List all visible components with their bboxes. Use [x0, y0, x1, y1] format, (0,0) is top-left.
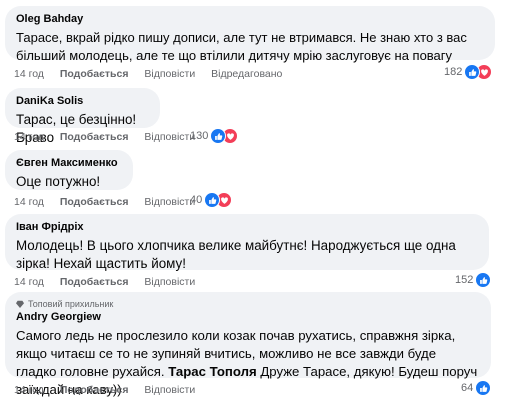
- comment-text: Оце потужно!: [16, 174, 101, 189]
- reaction-count: 182: [444, 66, 463, 78]
- comment-author[interactable]: Oleg Bahday: [16, 13, 484, 26]
- comment-bubble: Топовий прихильник Andry Georgiew Самого…: [5, 292, 491, 397]
- like-button[interactable]: Подобається: [60, 196, 129, 208]
- comment-bubble: Oleg Bahday Тарасе, вкрай рідко пишу доп…: [5, 6, 495, 63]
- reply-button[interactable]: Відповісти: [144, 384, 195, 396]
- diamond-icon: [16, 300, 24, 308]
- comment-author[interactable]: Іван Фрідріх: [16, 221, 478, 234]
- like-button[interactable]: Подобається: [60, 384, 129, 396]
- like-icon: [475, 380, 492, 396]
- reply-button[interactable]: Відповісти: [144, 196, 195, 208]
- reaction-summary[interactable]: 40: [190, 192, 233, 208]
- like-icon: [475, 272, 492, 288]
- top-fan-label: Топовий прихильник: [28, 299, 114, 309]
- comment-time[interactable]: 14 год: [14, 384, 44, 396]
- comment-time[interactable]: 14 год: [14, 68, 44, 80]
- comment-author[interactable]: Andry Georgiew: [16, 311, 480, 324]
- comment-time[interactable]: 14 год: [14, 196, 44, 208]
- comment-actions: 14 год Подобається Відповісти: [14, 196, 208, 208]
- reaction-count: 64: [461, 382, 474, 394]
- comment-time[interactable]: 14 год: [14, 276, 44, 288]
- reaction-summary[interactable]: 152: [455, 272, 492, 288]
- reaction-count: 130: [190, 130, 209, 142]
- comment-actions: 14 год Подобається Відповісти: [14, 384, 208, 396]
- reaction-summary[interactable]: 130: [190, 128, 239, 144]
- reaction-count: 152: [455, 274, 474, 286]
- comment-author[interactable]: Євген Максименко: [16, 157, 122, 170]
- reaction-summary[interactable]: 182: [444, 64, 493, 80]
- reaction-summary[interactable]: 64: [461, 380, 492, 396]
- top-fan-badge: Топовий прихильник: [16, 299, 480, 309]
- comment-actions: 14 год Подобається Відповісти: [14, 131, 208, 143]
- comment-bubble: Євген Максименко Оце потужно!: [5, 150, 133, 190]
- comment-text: Тарасе, вкрай рідко пишу дописи, але тут…: [16, 30, 467, 63]
- edited-label: Відредаговано: [211, 68, 283, 80]
- comment-actions: 14 год Подобається Відповісти: [14, 276, 208, 288]
- comment-text: Молодець! В цього хлопчика велике майбут…: [16, 238, 456, 271]
- comment-time[interactable]: 14 год: [14, 131, 44, 143]
- like-button[interactable]: Подобається: [60, 131, 129, 143]
- mention-link[interactable]: Тарас Тополя: [168, 364, 257, 379]
- comment-actions: 14 год Подобається Відповісти Відредагов…: [14, 68, 295, 80]
- comment-author[interactable]: DaniKa Solis: [16, 95, 149, 108]
- reply-button[interactable]: Відповісти: [144, 131, 195, 143]
- comment-bubble: DaniKa Solis Тарас, це безцінно! Браво: [5, 88, 160, 145]
- like-button[interactable]: Подобається: [60, 68, 129, 80]
- reaction-count: 40: [190, 194, 203, 206]
- comment-bubble: Іван Фрідріх Молодець! В цього хлопчика …: [5, 214, 489, 271]
- like-button[interactable]: Подобається: [60, 276, 129, 288]
- reply-button[interactable]: Відповісти: [144, 276, 195, 288]
- reply-button[interactable]: Відповісти: [144, 68, 195, 80]
